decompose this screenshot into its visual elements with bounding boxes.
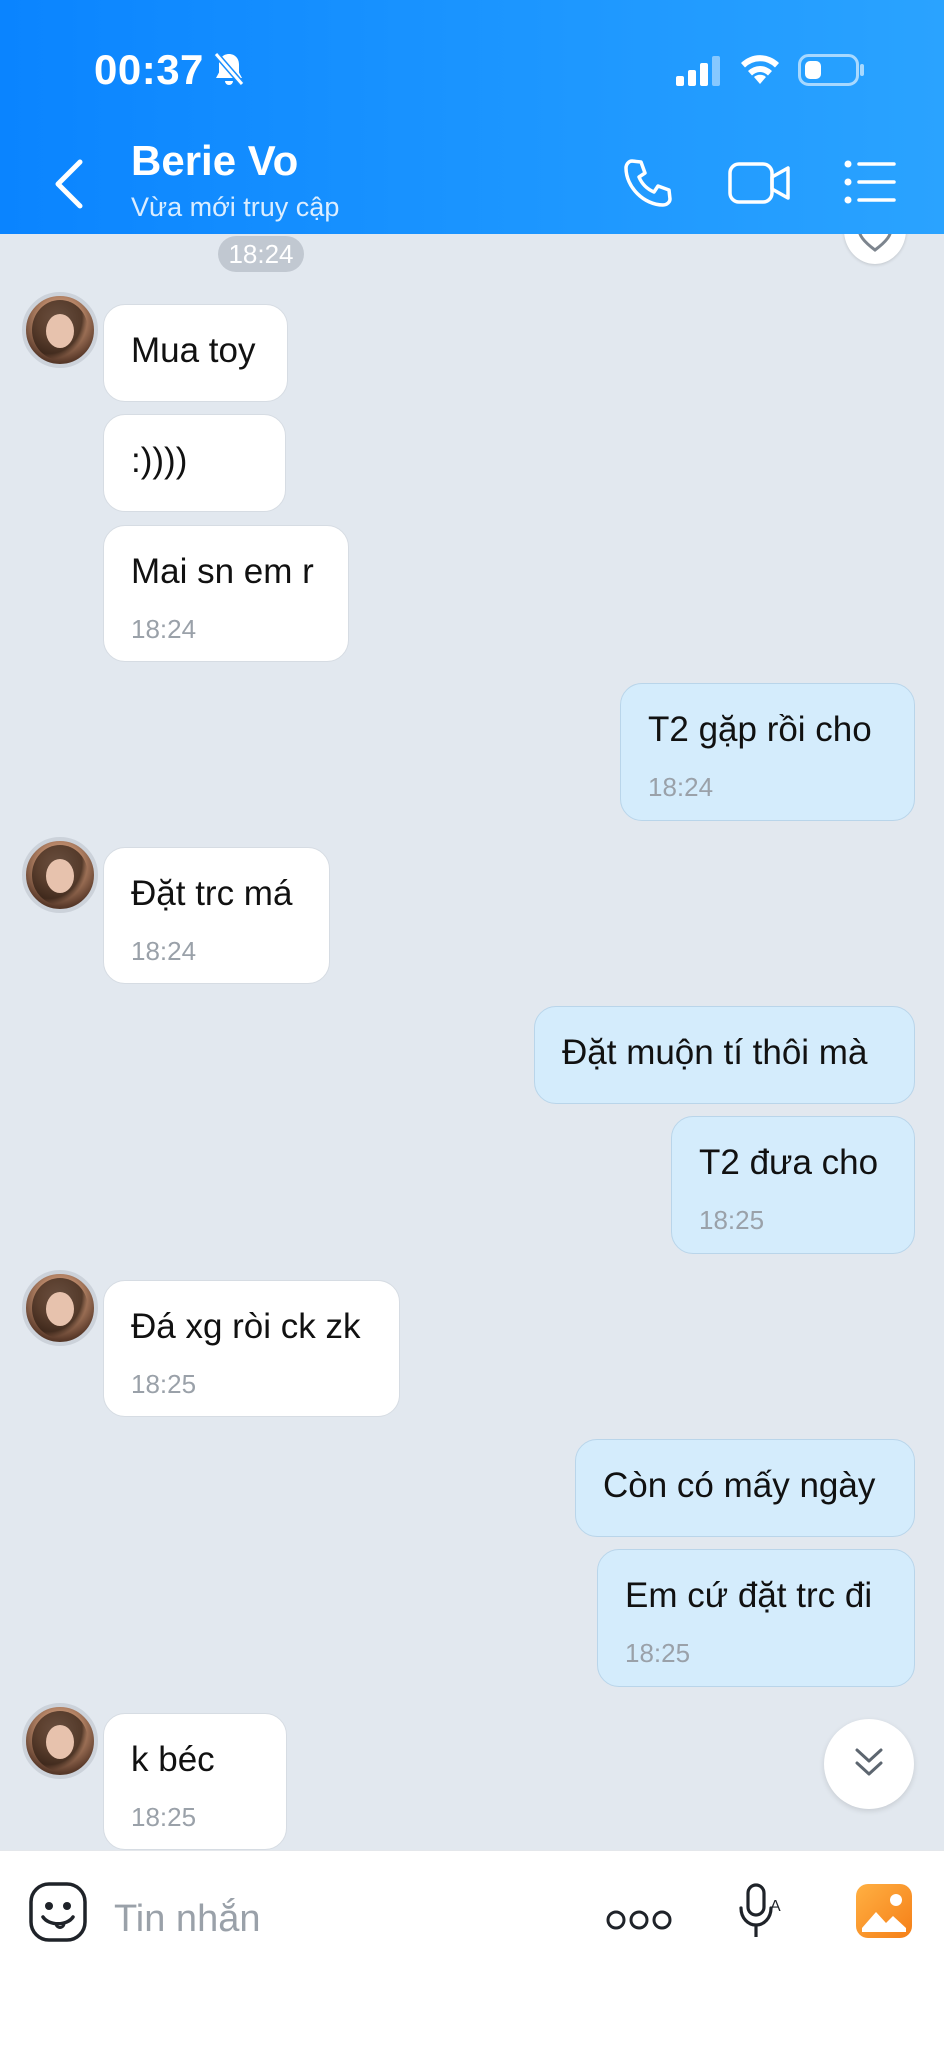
chevron-double-down-icon	[855, 1748, 883, 1776]
message-time: 18:24	[131, 936, 197, 966]
message-bubble-incoming[interactable]: Đặt trc má 18:24	[103, 847, 330, 984]
chat-header: 00:37 Berie Vo Vừa mới truy cập	[0, 0, 944, 234]
emoji-sticker-icon[interactable]	[28, 1881, 88, 1943]
bell-muted-icon	[213, 52, 245, 86]
message-time: 18:25	[625, 1638, 691, 1668]
battery-icon	[798, 54, 864, 86]
message-text: Em cứ đặt trc đi	[625, 1576, 873, 1615]
message-bubble-incoming[interactable]: Mai sn em r 18:24	[103, 525, 349, 662]
video-call-icon[interactable]	[728, 160, 792, 206]
contact-avatar[interactable]	[22, 1703, 98, 1779]
message-bubble-incoming[interactable]: :))))	[103, 414, 286, 512]
menu-list-icon[interactable]	[844, 160, 896, 204]
message-time: 18:25	[131, 1369, 197, 1399]
message-bubble-incoming[interactable]: Mua toy	[103, 304, 288, 402]
contact-name[interactable]: Berie Vo	[131, 137, 298, 185]
message-text: k béc	[131, 1740, 215, 1779]
voice-microphone-icon[interactable]: A	[736, 1881, 782, 1943]
message-bubble-outgoing[interactable]: T2 đưa cho 18:25	[671, 1116, 915, 1254]
message-text: Đặt muộn tí thôi mà	[562, 1033, 868, 1072]
contact-avatar[interactable]	[22, 1270, 98, 1346]
message-composer: A	[0, 1850, 944, 2047]
message-bubble-outgoing[interactable]: Đặt muộn tí thôi mà	[534, 1006, 915, 1104]
message-bubble-outgoing[interactable]: T2 gặp rồi cho 18:24	[620, 683, 915, 821]
phone-call-icon[interactable]	[620, 155, 676, 211]
svg-text:A: A	[770, 1898, 781, 1915]
message-text: Mua toy	[131, 331, 256, 370]
message-text: Còn có mấy ngày	[603, 1466, 876, 1505]
message-text: :))))	[131, 441, 188, 480]
message-time: 18:24	[131, 614, 197, 644]
message-input[interactable]	[112, 1891, 556, 1947]
message-text: Đá xg ròi ck zk	[131, 1307, 361, 1346]
message-text: T2 gặp rồi cho	[648, 710, 872, 749]
time-divider: 18:24	[218, 236, 304, 272]
message-text: Mai sn em r	[131, 552, 314, 591]
message-time: 18:25	[699, 1205, 765, 1235]
contact-status: Vừa mới truy cập	[131, 192, 340, 222]
more-options-icon[interactable]	[606, 1909, 672, 1931]
cellular-signal-icon	[676, 56, 720, 86]
message-bubble-outgoing[interactable]: Còn có mấy ngày	[575, 1439, 915, 1537]
message-bubble-incoming[interactable]: k béc 18:25	[103, 1713, 287, 1850]
gallery-image-icon[interactable]	[854, 1882, 914, 1940]
wifi-icon	[741, 55, 779, 84]
message-text: Đặt trc má	[131, 874, 293, 913]
message-bubble-incoming[interactable]: Đá xg ròi ck zk 18:25	[103, 1280, 400, 1417]
back-arrow-icon[interactable]	[44, 152, 94, 216]
status-time: 00:37	[94, 46, 204, 93]
contact-avatar[interactable]	[22, 292, 98, 368]
contact-avatar[interactable]	[22, 837, 98, 913]
message-text: T2 đưa cho	[699, 1143, 879, 1182]
scroll-to-bottom-button[interactable]	[824, 1719, 914, 1809]
message-time: 18:25	[131, 1802, 197, 1832]
message-time: 18:24	[648, 772, 714, 802]
message-bubble-outgoing[interactable]: Em cứ đặt trc đi 18:25	[597, 1549, 915, 1687]
